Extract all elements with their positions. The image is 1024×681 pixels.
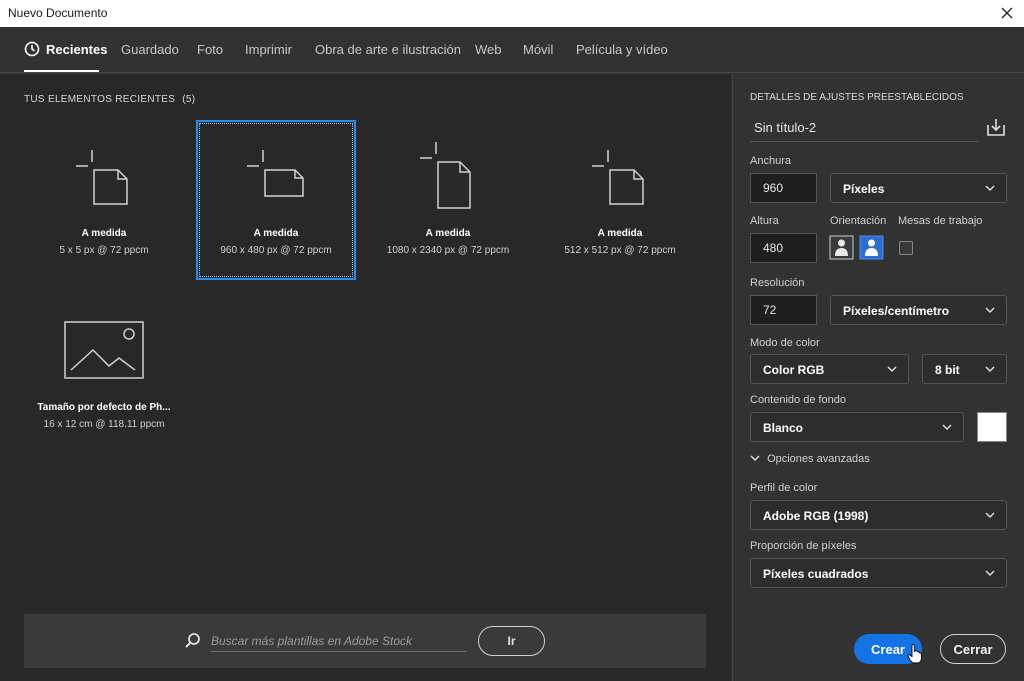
recent-item[interactable]: A medida 512 x 512 px @ 72 ppcm (540, 120, 700, 280)
tab-movil[interactable]: Móvil (523, 42, 553, 57)
clock-icon (24, 41, 40, 57)
document-name-field[interactable]: Sin título-2 (750, 114, 979, 142)
width-unit-value: Píxeles (843, 182, 885, 196)
tab-guardado[interactable]: Guardado (121, 42, 179, 57)
chevron-down-icon (887, 366, 897, 373)
tab-foto[interactable]: Foto (197, 42, 223, 57)
chevron-down-icon (985, 570, 995, 577)
go-button[interactable]: Ir (478, 626, 545, 656)
item-name: A medida (81, 228, 127, 239)
recent-item[interactable]: A medida 5 x 5 px @ 72 ppcm (24, 120, 184, 280)
tab-pelicula-video[interactable]: Película y vídeo (576, 42, 668, 57)
bit-depth-value: 8 bit (935, 363, 960, 377)
chevron-down-icon (750, 455, 760, 462)
chevron-down-icon (985, 366, 995, 373)
item-name: Tamaño por defecto de Ph... (37, 402, 171, 413)
color-profile-select[interactable]: Adobe RGB (1998) (750, 500, 1007, 530)
color-mode-value: Color RGB (763, 363, 825, 377)
orientation-label: Orientación (830, 215, 887, 227)
custom-document-icon (247, 150, 304, 197)
width-label: Anchura (750, 155, 791, 167)
hand-cursor-icon (907, 644, 922, 664)
save-preset-icon[interactable] (985, 116, 1007, 138)
pixel-aspect-select[interactable]: Píxeles cuadrados (750, 558, 1007, 588)
chevron-down-icon (985, 185, 995, 192)
custom-document-icon (420, 142, 471, 209)
color-mode-select[interactable]: Color RGB (750, 354, 909, 384)
item-name: A medida (597, 228, 643, 239)
item-meta: 5 x 5 px @ 72 ppcm (59, 245, 149, 256)
recent-item[interactable]: Tamaño por defecto de Ph... 16 x 12 cm @… (24, 310, 184, 470)
background-select[interactable]: Blanco (750, 412, 964, 442)
category-tabs: Recientes Guardado Foto Imprimir Obra de… (0, 27, 1024, 73)
photo-icon (64, 321, 144, 379)
item-meta: 1080 x 2340 px @ 72 ppcm (386, 245, 510, 256)
pixel-aspect-label: Proporción de píxeles (750, 540, 857, 552)
advanced-options-label: Opciones avanzadas (767, 453, 870, 465)
search-icon (185, 633, 200, 648)
width-field[interactable]: 960 (750, 173, 817, 203)
background-color-swatch[interactable] (977, 412, 1007, 442)
item-meta: 960 x 480 px @ 72 ppcm (220, 245, 332, 256)
resolution-unit-value: Píxeles/centímetro (843, 304, 950, 318)
width-unit-select[interactable]: Píxeles (830, 173, 1007, 203)
chevron-down-icon (985, 512, 995, 519)
tab-web[interactable]: Web (475, 42, 502, 57)
item-meta: 512 x 512 px @ 72 ppcm (564, 245, 676, 256)
advanced-options-toggle[interactable]: Opciones avanzadas (750, 453, 870, 465)
new-document-dialog: Nuevo Documento Recientes Guardado Foto … (0, 0, 1024, 681)
preset-details-pane: DETALLES DE AJUSTES PREESTABLECIDOS Sin … (732, 74, 1024, 681)
recent-item-selected[interactable]: A medida 960 x 480 px @ 72 ppcm (196, 120, 356, 280)
recent-heading: TUS ELEMENTOS RECIENTES (5) (24, 94, 195, 105)
tab-imprimir[interactable]: Imprimir (245, 42, 292, 57)
height-label: Altura (750, 215, 779, 227)
tab-obra-de-arte[interactable]: Obra de arte e ilustración (315, 42, 461, 57)
portrait-orientation-icon[interactable] (829, 235, 854, 260)
title-bar: Nuevo Documento (0, 0, 1024, 27)
height-field[interactable]: 480 (750, 233, 817, 263)
chevron-down-icon (942, 424, 952, 431)
item-meta: 16 x 12 cm @ 118.11 ppcm (43, 419, 165, 430)
preset-details-heading: DETALLES DE AJUSTES PREESTABLECIDOS (750, 92, 964, 103)
stock-search-bar: Ir (24, 614, 706, 668)
color-profile-label: Perfil de color (750, 482, 818, 494)
artboards-checkbox[interactable] (899, 241, 913, 255)
active-tab-indicator (24, 70, 99, 72)
color-profile-value: Adobe RGB (1998) (763, 509, 869, 523)
pixel-aspect-value: Píxeles cuadrados (763, 567, 869, 581)
resolution-label: Resolución (750, 277, 805, 289)
close-button[interactable]: Cerrar (940, 634, 1006, 664)
landscape-orientation-icon[interactable] (859, 235, 884, 260)
recent-items-pane: TUS ELEMENTOS RECIENTES (5) A medida 5 x… (0, 74, 731, 681)
close-icon[interactable] (996, 2, 1018, 24)
resolution-unit-select[interactable]: Píxeles/centímetro (830, 295, 1007, 325)
color-mode-label: Modo de color (750, 337, 820, 349)
custom-document-icon (76, 150, 128, 205)
window-title: Nuevo Documento (8, 6, 108, 20)
recent-item[interactable]: A medida 1080 x 2340 px @ 72 ppcm (368, 120, 528, 280)
resolution-field[interactable]: 72 (750, 295, 817, 325)
artboards-label: Mesas de trabajo (898, 215, 983, 227)
tab-recientes[interactable]: Recientes (46, 42, 107, 57)
background-label: Contenido de fondo (750, 394, 847, 406)
recent-heading-label: TUS ELEMENTOS RECIENTES (24, 94, 176, 105)
bit-depth-select[interactable]: 8 bit (922, 354, 1007, 384)
background-value: Blanco (763, 421, 804, 435)
chevron-down-icon (985, 307, 995, 314)
item-name: A medida (425, 228, 471, 239)
stock-search-input[interactable] (211, 630, 467, 652)
custom-document-icon (592, 150, 644, 205)
recent-count: (5) (182, 94, 196, 105)
item-name: A medida (253, 228, 299, 239)
